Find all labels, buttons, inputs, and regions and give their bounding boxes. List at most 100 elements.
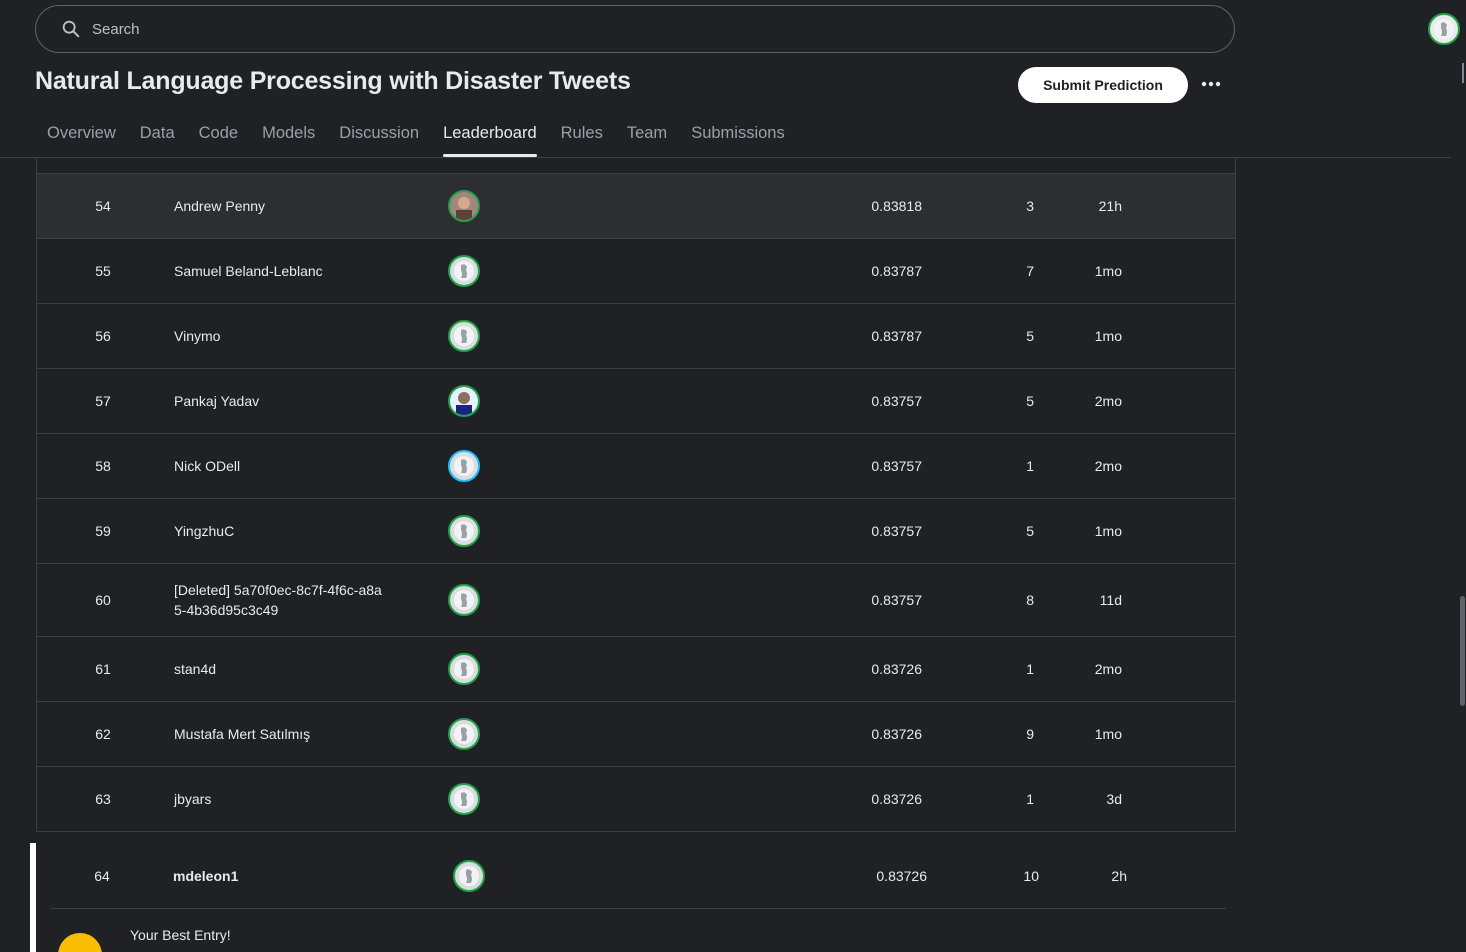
tab-discussion[interactable]: Discussion <box>327 114 431 157</box>
team-name-line1: [Deleted] 5a70f0ec-8c7f-4f6c-a8a <box>174 582 382 598</box>
last-submission-cell: 1mo <box>1094 328 1122 344</box>
member-avatar[interactable] <box>448 190 480 222</box>
entries-cell: 1 <box>1026 458 1034 474</box>
entries-cell: 10 <box>1023 867 1039 884</box>
table-row[interactable]: 59 YingzhuC 0.83757 5 1mo <box>37 498 1235 563</box>
team-name[interactable]: Andrew Penny <box>174 174 424 238</box>
team-name[interactable]: YingzhuC <box>174 499 424 563</box>
user-avatar[interactable] <box>1428 13 1460 45</box>
member-avatar[interactable] <box>448 320 480 352</box>
entries-cell: 5 <box>1026 523 1034 539</box>
score-cell: 0.83787 <box>871 328 922 344</box>
divider <box>51 908 1226 909</box>
entries-cell: 1 <box>1026 661 1034 677</box>
team-name[interactable]: [Deleted] 5a70f0ec-8c7f-4f6c-a8a 5-4b36d9… <box>174 564 424 636</box>
member-avatar[interactable] <box>448 718 480 750</box>
member-avatar[interactable] <box>448 385 480 417</box>
member-avatar[interactable] <box>448 255 480 287</box>
score-cell: 0.83726 <box>871 726 922 742</box>
member-avatar[interactable] <box>448 515 480 547</box>
member-avatar[interactable] <box>448 783 480 815</box>
default-avatar-icon <box>454 456 474 476</box>
member-avatar[interactable] <box>448 450 480 482</box>
default-avatar-icon <box>454 659 474 679</box>
search-input[interactable] <box>92 20 1092 38</box>
rank-cell: 58 <box>95 458 111 474</box>
default-avatar-icon <box>454 789 474 809</box>
tab-overview[interactable]: Overview <box>35 114 128 157</box>
default-avatar-icon <box>459 865 479 886</box>
default-avatar-icon <box>454 521 474 541</box>
team-name[interactable]: Nick ODell <box>174 434 424 498</box>
last-submission-cell: 1mo <box>1094 726 1122 742</box>
profile-icon <box>1434 19 1454 39</box>
score-cell: 0.83726 <box>871 791 922 807</box>
your-rank-panel: 64 mdeleon1 0.83726 10 2h Your Best Entr… <box>30 843 1236 952</box>
last-submission-cell: 1mo <box>1094 263 1122 279</box>
entries-cell: 3 <box>1026 198 1034 214</box>
more-horizontal-icon <box>1201 81 1221 87</box>
table-row[interactable]: 58 Nick ODell 0.83757 1 2mo <box>37 433 1235 498</box>
table-row[interactable]: 60 [Deleted] 5a70f0ec-8c7f-4f6c-a8a 5-4b3… <box>37 563 1235 636</box>
search-bar[interactable] <box>35 5 1235 53</box>
table-row-partial <box>37 158 1235 173</box>
tab-submissions[interactable]: Submissions <box>679 114 797 157</box>
entries-cell: 9 <box>1026 726 1034 742</box>
submit-prediction-button[interactable]: Submit Prediction <box>1018 67 1188 103</box>
page-scrollbar[interactable] <box>1460 596 1465 706</box>
scrollbar-top-marker <box>1462 63 1464 83</box>
member-avatar[interactable] <box>448 584 480 616</box>
entries-cell: 1 <box>1026 791 1034 807</box>
tab-models[interactable]: Models <box>250 114 327 157</box>
table-row[interactable]: 54 Andrew Penny 0.83818 3 21h <box>37 173 1235 238</box>
rank-cell: 59 <box>95 523 111 539</box>
entries-cell: 5 <box>1026 393 1034 409</box>
score-cell: 0.83818 <box>871 198 922 214</box>
team-name[interactable]: mdeleon1 <box>173 843 423 908</box>
team-name[interactable]: Vinymo <box>174 304 424 368</box>
table-row[interactable]: 63 jbyars 0.83726 1 3d <box>37 766 1235 831</box>
tab-rules[interactable]: Rules <box>549 114 615 157</box>
tab-data[interactable]: Data <box>128 114 187 157</box>
tab-leaderboard[interactable]: Leaderboard <box>431 114 549 157</box>
team-name[interactable]: Samuel Beland-Leblanc <box>174 239 424 303</box>
score-cell: 0.83757 <box>871 393 922 409</box>
leaderboard-table: 54 Andrew Penny 0.83818 3 21h 55 Samuel … <box>36 158 1236 832</box>
entries-cell: 5 <box>1026 328 1034 344</box>
default-avatar-icon <box>454 261 474 281</box>
entries-cell: 7 <box>1026 263 1034 279</box>
default-avatar-icon <box>454 326 474 346</box>
person-photo-icon <box>450 387 478 415</box>
team-name[interactable]: Pankaj Yadav <box>174 369 424 433</box>
rank-cell: 57 <box>95 393 111 409</box>
member-avatar[interactable] <box>453 859 485 892</box>
rank-cell: 63 <box>95 791 111 807</box>
member-avatar[interactable] <box>448 653 480 685</box>
table-row[interactable]: 62 Mustafa Mert Satılmış 0.83726 9 1mo <box>37 701 1235 766</box>
team-name-line2: 5-4b36d95c3c49 <box>174 602 279 618</box>
team-name[interactable]: jbyars <box>174 767 424 831</box>
tab-team[interactable]: Team <box>615 114 679 157</box>
score-cell: 0.83757 <box>871 592 922 608</box>
table-row[interactable]: 56 Vinymo 0.83787 5 1mo <box>37 303 1235 368</box>
last-submission-cell: 2h <box>1111 867 1127 884</box>
default-avatar-icon <box>454 724 474 744</box>
person-photo-icon <box>450 192 478 220</box>
best-entry-title: Your Best Entry! <box>130 927 231 943</box>
last-submission-cell: 3d <box>1106 791 1122 807</box>
last-submission-cell: 21h <box>1098 198 1122 214</box>
more-options-button[interactable] <box>1199 72 1223 96</box>
rank-cell: 56 <box>95 328 111 344</box>
team-name[interactable]: stan4d <box>174 637 424 701</box>
team-name[interactable]: Mustafa Mert Satılmış <box>174 702 424 766</box>
last-submission-cell: 2mo <box>1094 458 1122 474</box>
rank-cell: 55 <box>95 263 111 279</box>
table-row[interactable]: 57 Pankaj Yadav 0.83757 5 2mo <box>37 368 1235 433</box>
table-row[interactable]: 55 Samuel Beland-Leblanc 0.83787 7 1mo <box>37 238 1235 303</box>
your-leaderboard-row[interactable]: 64 mdeleon1 0.83726 10 2h <box>36 843 1236 908</box>
entries-cell: 8 <box>1026 592 1034 608</box>
last-submission-cell: 1mo <box>1094 523 1122 539</box>
last-submission-cell: 11d <box>1099 592 1122 608</box>
tab-code[interactable]: Code <box>187 114 250 157</box>
table-row[interactable]: 61 stan4d 0.83726 1 2mo <box>37 636 1235 701</box>
